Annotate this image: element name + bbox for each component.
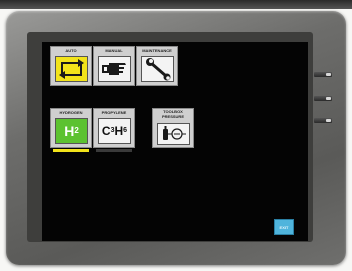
hydrogen-symbol: H2 — [55, 118, 88, 144]
status-led — [314, 96, 332, 101]
propylene-symbol: C3H6 — [98, 118, 131, 144]
background-top-strip — [0, 0, 352, 9]
hand-pointer-icon — [98, 56, 131, 82]
propylene-symbol-c: C — [101, 124, 111, 138]
maintenance-button[interactable]: MAINTENANCE — [136, 46, 178, 86]
pressure-button-label-line2: PRESSURE — [161, 113, 184, 119]
pressure-gauge-icon — [157, 123, 190, 145]
hydrogen-button-label: HYDROGEN — [59, 110, 83, 115]
propylene-indicator — [96, 149, 132, 152]
propylene-button-label: PROPYLENE — [101, 110, 127, 115]
hydrogen-active-indicator — [53, 149, 89, 152]
hmi-device-photo: AUTO MANUAL MAINTENANCE HYDROGEN H 2 PRO… — [0, 0, 352, 271]
manual-button-label: MANUAL — [105, 48, 123, 53]
auto-cycle-icon — [55, 56, 88, 82]
exit-button[interactable]: EXIT — [274, 219, 294, 235]
maintenance-button-label: MAINTENANCE — [142, 48, 172, 53]
pressure-button-label: TOOLBOX PRESSURE — [153, 109, 193, 119]
propylene-symbol-h: H — [114, 124, 124, 138]
manual-button[interactable]: MANUAL — [93, 46, 135, 86]
auto-button-label: AUTO — [65, 48, 77, 53]
status-led — [314, 72, 332, 77]
auto-button[interactable]: AUTO — [50, 46, 92, 86]
hydrogen-button[interactable]: HYDROGEN H2 — [50, 108, 92, 148]
propylene-button[interactable]: PROPYLENE C3H6 — [93, 108, 135, 148]
wrench-icon — [141, 56, 174, 82]
hydrogen-symbol-letter: H — [64, 123, 75, 139]
pressure-button[interactable]: TOOLBOX PRESSURE — [152, 108, 194, 148]
status-led — [314, 118, 332, 123]
